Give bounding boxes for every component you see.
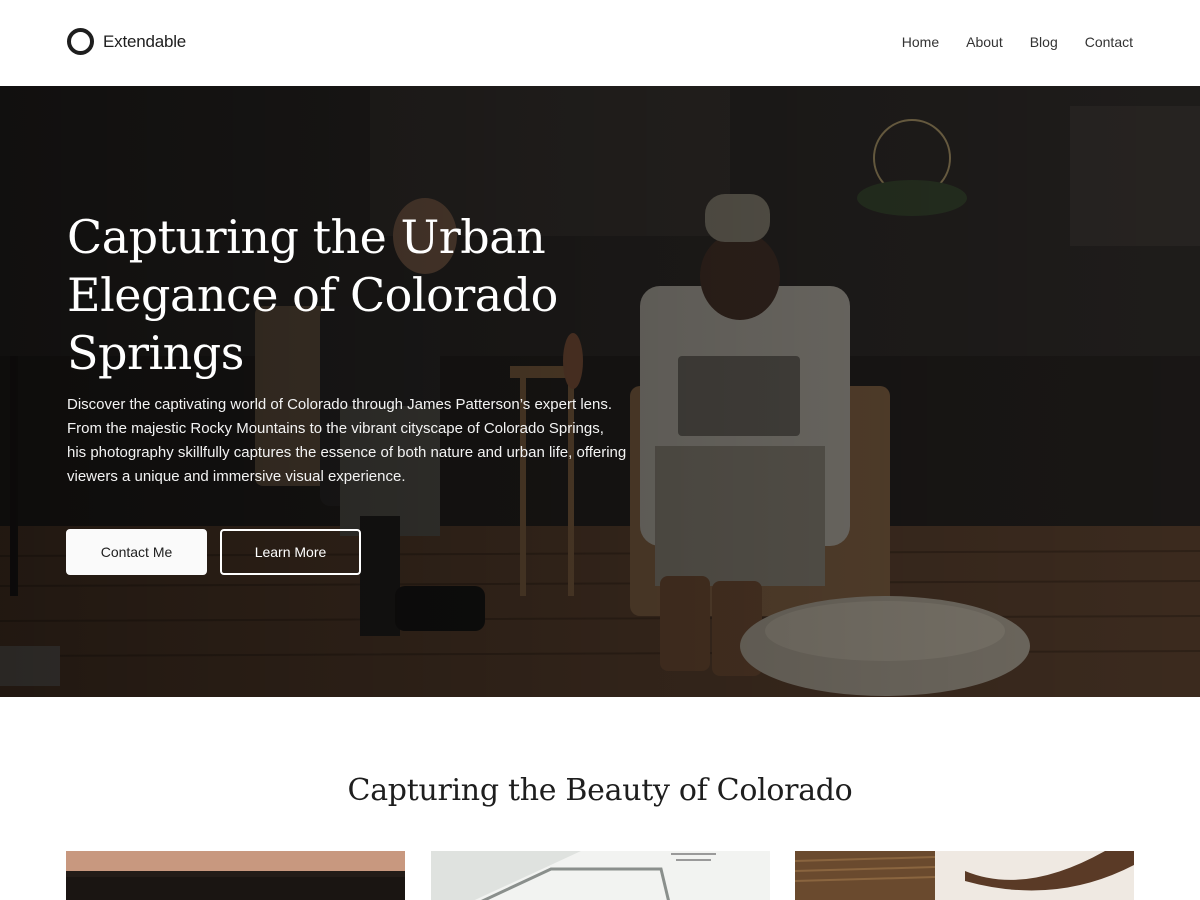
site-header: Extendable Home About Blog Contact — [0, 0, 1200, 86]
section-title: Capturing the Beauty of Colorado — [347, 773, 853, 808]
nav-item-home[interactable]: Home — [902, 34, 939, 50]
nav-item-blog[interactable]: Blog — [1030, 34, 1058, 50]
nav-item-about[interactable]: About — [966, 34, 1003, 50]
gallery-image-3[interactable] — [795, 851, 1134, 900]
site-title: Extendable — [103, 31, 187, 51]
gallery-image-1-graphic — [66, 851, 405, 900]
learn-more-button[interactable]: Learn More — [220, 529, 361, 575]
gallery-image-2[interactable] — [431, 851, 770, 900]
contact-me-button[interactable]: Contact Me — [66, 529, 207, 575]
brand-link[interactable]: Extendable — [67, 28, 186, 55]
hero-description: Discover the captivating world of Colora… — [67, 396, 627, 485]
gallery-image-3-graphic — [795, 851, 1134, 900]
hero-title: Capturing the Urban Elegance of Colorado… — [67, 210, 558, 380]
gallery-image-1[interactable] — [66, 851, 405, 900]
main-navigation: Home About Blog Contact — [902, 34, 1133, 50]
hero-section: Capturing the Urban Elegance of Colorado… — [0, 86, 1200, 697]
gallery-image-2-graphic — [431, 851, 770, 900]
nav-item-contact[interactable]: Contact — [1085, 34, 1133, 50]
ring-logo-icon — [67, 28, 94, 55]
hero-overlay — [0, 86, 1200, 697]
